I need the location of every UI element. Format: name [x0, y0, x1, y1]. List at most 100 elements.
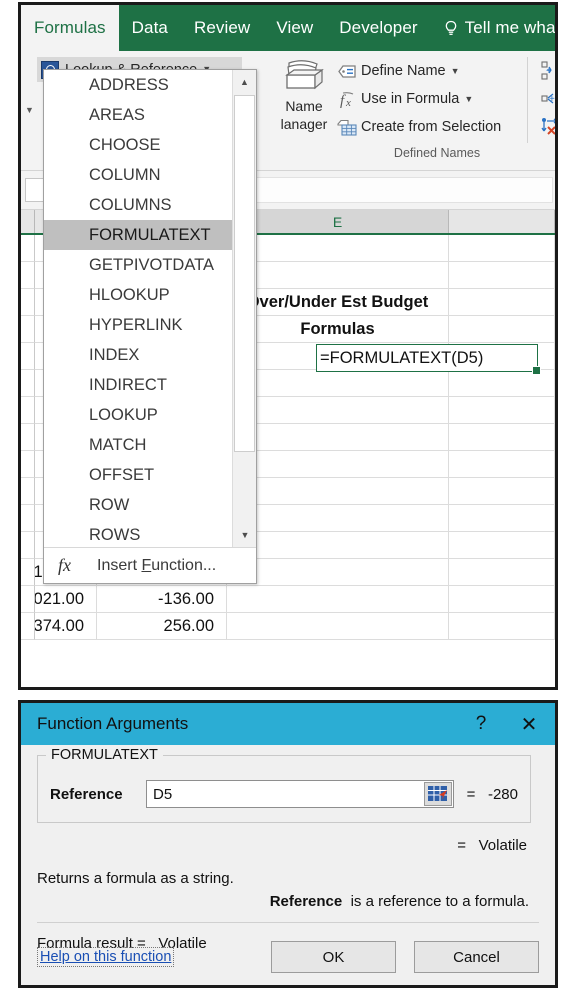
tab-developer[interactable]: Developer: [326, 5, 430, 51]
row-header[interactable]: [21, 478, 35, 505]
cell[interactable]: [449, 262, 555, 289]
row-header[interactable]: [21, 343, 35, 370]
cell-total-c-2[interactable]: 17,374.00: [35, 613, 97, 640]
reference-label: Reference: [50, 785, 123, 803]
row-header[interactable]: [21, 316, 35, 343]
help-on-this-function-link[interactable]: Help on this function: [37, 947, 175, 967]
menu-item-offset[interactable]: OFFSET: [44, 460, 256, 490]
menu-item-choose[interactable]: CHOOSE: [44, 130, 256, 160]
menu-item-rows[interactable]: ROWS: [44, 520, 256, 547]
cell[interactable]: [227, 478, 449, 505]
row-header[interactable]: [21, 613, 35, 640]
cell[interactable]: [227, 370, 449, 397]
column-header-e[interactable]: E: [227, 210, 449, 233]
menu-item-columns[interactable]: COLUMNS: [44, 190, 256, 220]
scroll-up-icon[interactable]: ▲: [233, 70, 256, 94]
cell[interactable]: [227, 559, 449, 586]
collapse-ribbon-icon[interactable]: ▼: [25, 106, 34, 115]
use-in-formula-button[interactable]: f x Use in Formula ▼: [337, 85, 537, 113]
active-cell-e5[interactable]: =FORMULATEXT(D5): [316, 344, 541, 375]
scrollbar-thumb[interactable]: [234, 95, 255, 452]
cell[interactable]: [449, 235, 555, 262]
column-header-f[interactable]: [449, 210, 555, 233]
cell[interactable]: [227, 451, 449, 478]
cell[interactable]: [227, 235, 449, 262]
function-argument-fieldset: FORMULATEXT Reference D5 = -280: [37, 747, 531, 823]
row-header[interactable]: [21, 451, 35, 478]
cell[interactable]: [227, 424, 449, 451]
menu-item-index[interactable]: INDEX: [44, 340, 256, 370]
row-header[interactable]: [21, 235, 35, 262]
cell[interactable]: [449, 316, 555, 343]
tab-view[interactable]: View: [263, 5, 326, 51]
cell-total-d-1[interactable]: -136.00: [97, 586, 227, 613]
scroll-down-button[interactable]: ▼: [233, 523, 256, 547]
function-description: Returns a formula as a string.: [37, 870, 234, 887]
cell[interactable]: [227, 505, 449, 532]
reference-input[interactable]: D5: [146, 780, 454, 808]
menu-item-indirect[interactable]: INDIRECT: [44, 370, 256, 400]
cell[interactable]: [227, 613, 449, 640]
menu-scrollbar[interactable]: ▲ ▼: [232, 70, 256, 547]
menu-item-formulatext[interactable]: FORMULATEXT: [44, 220, 256, 250]
create-from-selection-button[interactable]: Create from Selection: [337, 113, 537, 141]
ok-button[interactable]: OK: [271, 941, 396, 973]
row-header[interactable]: [21, 532, 35, 559]
svg-text:+: +: [549, 94, 555, 105]
row-header[interactable]: [21, 370, 35, 397]
menu-item-match[interactable]: MATCH: [44, 430, 256, 460]
trace-precedents-button[interactable]: + Tra: [541, 57, 555, 85]
cell[interactable]: [449, 451, 555, 478]
trace-dependents-button[interactable]: + Tra: [541, 85, 555, 113]
chevron-down-icon: ▼: [450, 65, 460, 76]
remove-arrows-button[interactable]: Re: [541, 113, 555, 141]
row-header[interactable]: [21, 586, 35, 613]
cell[interactable]: [449, 505, 555, 532]
cell-total-c-1[interactable]: 1,021.00: [35, 586, 97, 613]
name-manager-button[interactable]: Name lanager: [269, 55, 339, 133]
cell[interactable]: [449, 532, 555, 559]
cell-e4-formulas[interactable]: Formulas: [227, 316, 449, 343]
cell[interactable]: [449, 559, 555, 586]
cell-e3-over-under[interactable]: Over/Under Est Budget: [227, 289, 449, 316]
close-icon[interactable]: ✕: [503, 712, 555, 737]
define-name-button[interactable]: Define Name ▼: [337, 57, 537, 85]
menu-item-column[interactable]: COLUMN: [44, 160, 256, 190]
cell[interactable]: [227, 397, 449, 424]
cell[interactable]: [227, 262, 449, 289]
insert-function-menu-item[interactable]: fx Insert Function...: [44, 547, 256, 583]
cell[interactable]: [449, 424, 555, 451]
row-header[interactable]: [21, 559, 35, 586]
tab-tell-me[interactable]: Tell me what: [431, 5, 555, 51]
row-header[interactable]: [21, 505, 35, 532]
cell[interactable]: [449, 289, 555, 316]
cell[interactable]: [449, 397, 555, 424]
menu-item-getpivotdata[interactable]: GETPIVOTDATA: [44, 250, 256, 280]
tab-formulas[interactable]: Formulas: [21, 5, 119, 51]
menu-item-lookup[interactable]: LOOKUP: [44, 400, 256, 430]
collapse-dialog-icon[interactable]: [423, 782, 452, 806]
row-header[interactable]: [21, 289, 35, 316]
cell[interactable]: [227, 586, 449, 613]
formula-bar-input[interactable]: [249, 177, 553, 203]
select-all-corner[interactable]: [21, 210, 35, 233]
menu-item-hlookup[interactable]: HLOOKUP: [44, 280, 256, 310]
row-header[interactable]: [21, 262, 35, 289]
cell[interactable]: [449, 478, 555, 505]
cell[interactable]: [449, 613, 555, 640]
help-icon[interactable]: ?: [459, 713, 503, 735]
menu-item-hyperlink[interactable]: HYPERLINK: [44, 310, 256, 340]
menu-item-row[interactable]: ROW: [44, 490, 256, 520]
row-header[interactable]: [21, 397, 35, 424]
cancel-button[interactable]: Cancel: [414, 941, 539, 973]
name-manager-icon: [269, 55, 339, 97]
row-header[interactable]: [21, 424, 35, 451]
cell[interactable]: [449, 586, 555, 613]
cell-total-d-2[interactable]: 256.00: [97, 613, 227, 640]
scroll-down-icon[interactable]: ▼: [233, 523, 256, 547]
tab-data[interactable]: Data: [119, 5, 181, 51]
menu-item-address[interactable]: ADDRESS: [44, 70, 256, 100]
tab-review[interactable]: Review: [181, 5, 263, 51]
menu-item-areas[interactable]: AREAS: [44, 100, 256, 130]
cell[interactable]: [227, 532, 449, 559]
